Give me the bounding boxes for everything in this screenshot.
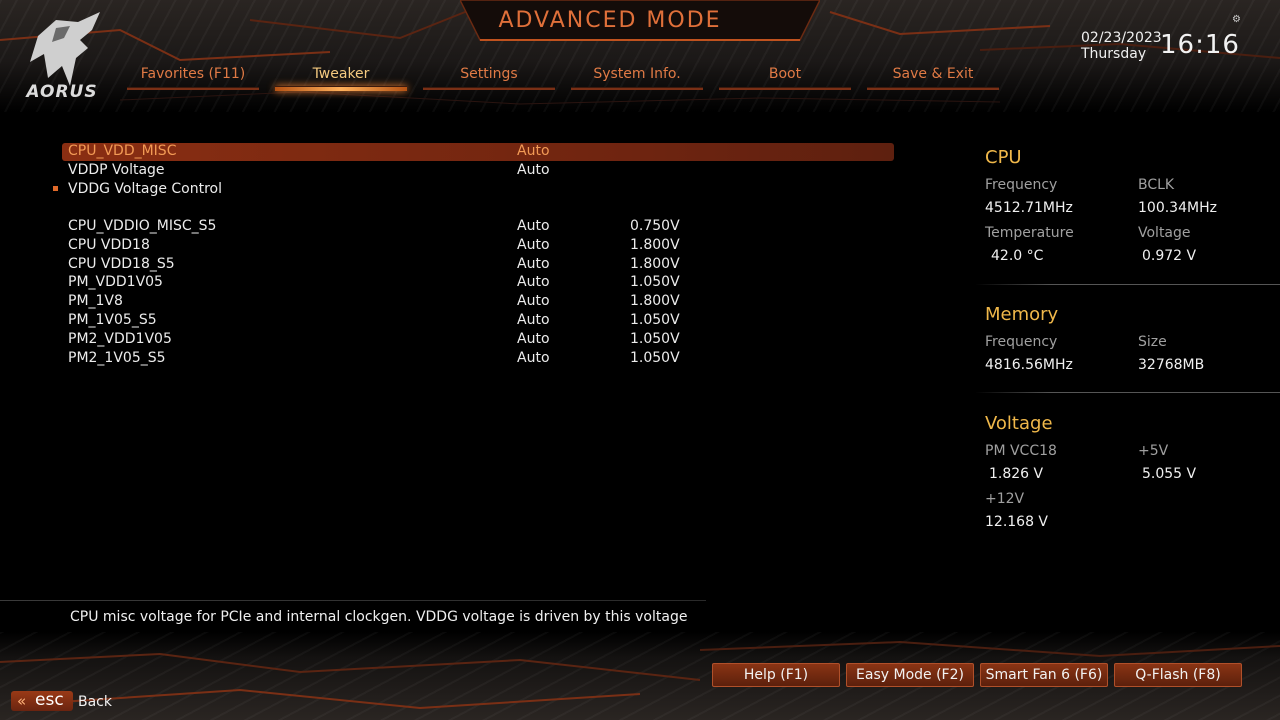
setting-mode[interactable]: Auto <box>517 293 550 309</box>
setting-pm-1v05-s5[interactable]: PM_1V05_S5 Auto 1.050V <box>68 312 888 331</box>
submenu-name: VDDG Voltage Control <box>68 181 223 197</box>
submenu-bullet-icon <box>53 186 58 191</box>
tab-label: Save & Exit <box>892 66 974 82</box>
setting-cpu-vdd18-s5[interactable]: CPU VDD18_S5 Auto 1.800V <box>68 256 888 275</box>
esc-label: esc <box>35 690 64 710</box>
setting-value: 1.800V <box>630 237 680 253</box>
pm-vcc18-label: PM VCC18 <box>985 443 1057 459</box>
date-display: 02/23/2023 <box>1081 30 1162 46</box>
tab-underline <box>127 87 259 90</box>
setting-name: PM_1V05_S5 <box>68 312 157 328</box>
tab-underline <box>719 87 851 90</box>
easy-mode-button[interactable]: Easy Mode (F2) <box>846 663 974 687</box>
setting-name: CPU_VDD_MISC <box>68 143 177 159</box>
setting-vddg-voltage-control[interactable]: VDDG Voltage Control <box>68 181 888 200</box>
setting-mode[interactable]: Auto <box>517 162 550 178</box>
smart-fan-button[interactable]: Smart Fan 6 (F6) <box>980 663 1108 687</box>
day-display: Thursday <box>1081 46 1147 62</box>
double-chevron-left-icon: « <box>17 692 27 710</box>
cpu-bclk-value: 100.34MHz <box>1138 200 1217 216</box>
setting-name: VDDP Voltage <box>68 162 165 178</box>
back-label[interactable]: Back <box>78 694 112 710</box>
tab-underline <box>571 87 703 90</box>
setting-mode[interactable]: Auto <box>517 143 550 159</box>
tab-system-info[interactable]: System Info. <box>571 66 703 90</box>
tab-label: System Info. <box>593 66 681 82</box>
setting-name: CPU VDD18 <box>68 237 150 253</box>
setting-value: 1.050V <box>630 274 680 290</box>
tab-save-exit[interactable]: Save & Exit <box>867 66 999 90</box>
setting-mode[interactable]: Auto <box>517 256 550 272</box>
cpu-temperature-value: 42.0 °C <box>991 248 1044 264</box>
setting-name: CPU VDD18_S5 <box>68 256 175 272</box>
setting-value: 1.800V <box>630 293 680 309</box>
setting-name: PM_VDD1V05 <box>68 274 163 290</box>
plus5v-label: +5V <box>1138 443 1169 459</box>
cpu-temperature-label: Temperature <box>985 225 1074 241</box>
memory-frequency-label: Frequency <box>985 334 1058 350</box>
settings-gear-icon[interactable]: ⚙ <box>1232 14 1241 25</box>
help-button[interactable]: Help (F1) <box>712 663 840 687</box>
tab-label: Tweaker <box>312 66 370 82</box>
setting-value: 1.050V <box>630 350 680 366</box>
pm-vcc18-value: 1.826 V <box>989 466 1044 482</box>
cpu-voltage-value: 0.972 V <box>1142 248 1197 264</box>
tab-label: Boot <box>768 66 802 82</box>
setting-pm2-1v05-s5[interactable]: PM2_1V05_S5 Auto 1.050V <box>68 350 888 369</box>
setting-pm2-vdd1v05[interactable]: PM2_VDD1V05 Auto 1.050V <box>68 331 888 350</box>
qflash-button[interactable]: Q-Flash (F8) <box>1114 663 1242 687</box>
setting-pm-vdd1v05[interactable]: PM_VDD1V05 Auto 1.050V <box>68 274 888 293</box>
setting-value: 1.800V <box>630 256 680 272</box>
setting-cpu-vdd-misc[interactable]: CPU_VDD_MISC Auto <box>68 143 888 162</box>
tab-settings[interactable]: Settings <box>423 66 555 90</box>
plus12v-label: +12V <box>985 491 1025 507</box>
setting-name: PM2_1V05_S5 <box>68 350 166 366</box>
setting-value: 1.050V <box>630 312 680 328</box>
setting-mode[interactable]: Auto <box>517 274 550 290</box>
setting-pm-1v8[interactable]: PM_1V8 Auto 1.800V <box>68 293 888 312</box>
monitor-divider <box>975 392 1280 393</box>
cpu-bclk-label: BCLK <box>1138 177 1175 193</box>
tab-boot[interactable]: Boot <box>719 66 851 90</box>
tab-label: Settings <box>460 66 518 82</box>
cpu-frequency-label: Frequency <box>985 177 1058 193</box>
tab-favorites[interactable]: Favorites (F11) <box>127 66 259 90</box>
setting-mode[interactable]: Auto <box>517 312 550 328</box>
tab-underline <box>423 87 555 90</box>
setting-name: PM2_VDD1V05 <box>68 331 172 347</box>
setting-vddp-voltage[interactable]: VDDP Voltage Auto <box>68 162 888 181</box>
plus12v-value: 12.168 V <box>985 514 1049 530</box>
tab-label: Favorites (F11) <box>140 66 246 82</box>
memory-size-value: 32768MB <box>1138 357 1205 373</box>
esc-button[interactable]: « esc <box>11 690 73 711</box>
brand-logo-text: AORUS <box>26 82 98 102</box>
help-divider <box>0 600 706 601</box>
setting-mode[interactable]: Auto <box>517 218 550 234</box>
tab-underline <box>275 86 407 91</box>
setting-value: 0.750V <box>630 218 680 234</box>
page-title: ADVANCED MODE <box>498 8 722 33</box>
setting-cpu-vddio-misc-s5[interactable]: CPU_VDDIO_MISC_S5 Auto 0.750V <box>68 218 888 237</box>
setting-name: CPU_VDDIO_MISC_S5 <box>68 218 217 234</box>
setting-name: PM_1V8 <box>68 293 123 309</box>
setting-cpu-vdd18[interactable]: CPU VDD18 Auto 1.800V <box>68 237 888 256</box>
memory-frequency-value: 4816.56MHz <box>985 357 1073 373</box>
memory-size-label: Size <box>1138 334 1167 350</box>
plus5v-value: 5.055 V <box>1142 466 1197 482</box>
cpu-monitor-heading: CPU <box>985 147 1022 168</box>
monitor-divider <box>975 284 1280 285</box>
tab-underline <box>867 87 999 90</box>
voltage-monitor-heading: Voltage <box>985 413 1053 434</box>
cpu-frequency-value: 4512.71MHz <box>985 200 1073 216</box>
setting-mode[interactable]: Auto <box>517 237 550 253</box>
memory-monitor-heading: Memory <box>985 304 1059 325</box>
setting-mode[interactable]: Auto <box>517 350 550 366</box>
setting-mode[interactable]: Auto <box>517 331 550 347</box>
clock-display[interactable]: 16:16 <box>1160 30 1240 60</box>
tab-tweaker[interactable]: Tweaker <box>275 66 407 91</box>
setting-value: 1.050V <box>630 331 680 347</box>
cpu-voltage-label: Voltage <box>1138 225 1191 241</box>
help-description: CPU misc voltage for PCIe and internal c… <box>70 609 688 625</box>
